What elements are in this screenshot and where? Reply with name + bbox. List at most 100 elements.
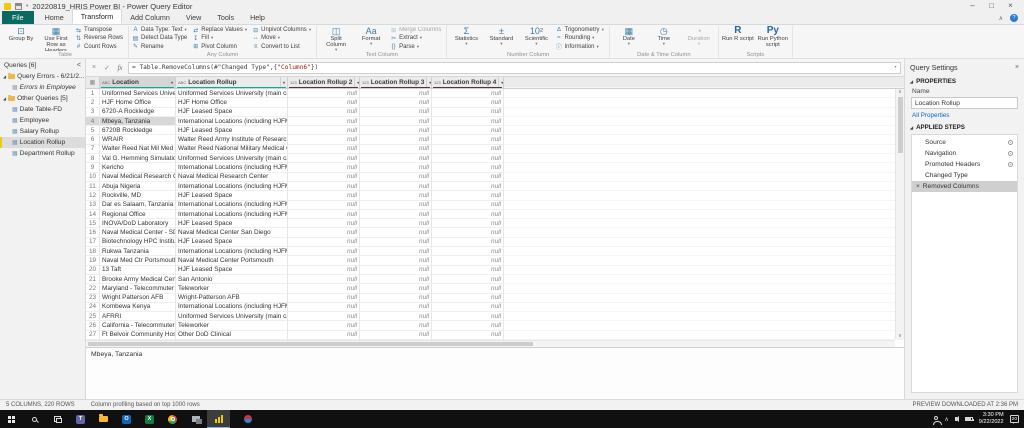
statistics-button[interactable]: Σ Statistics ▾ [450, 26, 482, 51]
row-number[interactable]: 12 [86, 191, 100, 201]
unpivot-columns-button[interactable]: ⊟ Unpivot Columns ▾ [252, 26, 313, 34]
cell-null[interactable]: null [288, 312, 360, 322]
minimize-button[interactable]: – [963, 0, 982, 12]
tab-file[interactable]: File [2, 11, 34, 24]
reverse-rows-button[interactable]: ⇅ Reverse Rows [75, 34, 125, 42]
tab-transform[interactable]: Transform [71, 9, 123, 24]
query-settings-close-icon[interactable]: × [1015, 64, 1019, 71]
queries-collapse-icon[interactable]: < [77, 62, 81, 69]
cell-location-rollup[interactable]: HJF Leased Space [176, 191, 288, 201]
cell-location-rollup[interactable]: International Locations (including HJFMR… [176, 163, 288, 173]
cell-location-rollup[interactable]: International Locations (including HJFMR… [176, 209, 288, 220]
query-item-salary-rollup[interactable]: ▦ Salary Rollup [0, 126, 85, 137]
count-rows-button[interactable]: # Count Rows [75, 43, 125, 51]
cell-location-rollup[interactable]: HJF Leased Space [176, 107, 288, 117]
cell-null[interactable]: null [360, 312, 432, 322]
convert-to-list-button[interactable]: ≡ Convert to List [252, 43, 313, 51]
cell-location-rollup[interactable]: HJF Leased Space [176, 126, 288, 136]
cell-location[interactable]: Wright Patterson AFB [100, 293, 176, 303]
row-number[interactable]: 21 [86, 274, 100, 285]
teams-icon[interactable]: T [69, 410, 92, 428]
cell-location-rollup[interactable]: Wright-Patterson AFB [176, 293, 288, 303]
row-number[interactable]: 18 [86, 247, 100, 257]
information-button[interactable]: ⓘ Information ▾ [555, 43, 605, 52]
row-number[interactable]: 25 [86, 312, 100, 322]
cell-null[interactable]: null [288, 228, 360, 238]
cell-null[interactable]: null [432, 321, 504, 331]
cell-location[interactable]: 13 Taft [100, 265, 176, 275]
cell-null[interactable]: null [432, 191, 504, 201]
row-number[interactable]: 14 [86, 209, 100, 220]
cell-null[interactable]: null [432, 163, 504, 173]
close-button[interactable]: × [1001, 0, 1020, 12]
cell-null[interactable]: null [360, 126, 432, 136]
cell-location[interactable]: Naval Medical Research Center [100, 172, 176, 182]
row-number[interactable]: 27 [86, 330, 100, 341]
search-icon[interactable] [23, 410, 46, 428]
cell-null[interactable]: null [360, 172, 432, 182]
cell-location-rollup[interactable]: International Locations (including HJFMR… [176, 116, 288, 127]
applied-step-promoted-headers[interactable]: Promoted Headers [912, 159, 1017, 170]
cell-null[interactable]: null [288, 302, 360, 313]
cell-null[interactable]: null [360, 163, 432, 173]
cell-location[interactable]: INOVA/DoD Laboratory [100, 219, 176, 229]
cell-null[interactable]: null [360, 330, 432, 341]
cell-null[interactable]: null [288, 256, 360, 266]
format-button[interactable]: Aa Format ▾ [355, 26, 387, 51]
cell-null[interactable]: null [432, 154, 504, 164]
applied-step-navigation[interactable]: Navigation [912, 148, 1017, 159]
help-icon[interactable]: ? [1010, 14, 1018, 22]
query-name-input[interactable]: Location Rollup [911, 97, 1018, 109]
query-item-other-queries-5[interactable]: ◢ Other Queries [5] [0, 93, 85, 104]
query-item-errors-in-employee[interactable]: ▦ Errors in Employee [0, 82, 85, 93]
cell-null[interactable]: null [432, 209, 504, 220]
cell-null[interactable]: null [360, 154, 432, 164]
cell-null[interactable]: null [360, 302, 432, 313]
cell-null[interactable]: null [288, 321, 360, 331]
cell-location[interactable]: HJF Home Office [100, 98, 176, 108]
cell-location-rollup[interactable]: Naval Medical Center Portsmouth [176, 256, 288, 266]
column-header-location-rollup-2[interactable]: 123 Location Rollup 2 ▾ [288, 77, 360, 88]
applied-step-source[interactable]: Source [912, 137, 1017, 148]
power-bi-icon[interactable] [207, 410, 230, 428]
cell-location-rollup[interactable]: Walter Reed National Military Medical Ce… [176, 144, 288, 155]
tab-home[interactable]: Home [37, 11, 72, 24]
detect-data-type-button[interactable]: ▤ Detect Data Type [132, 34, 189, 42]
cell-null[interactable]: null [432, 116, 504, 127]
row-number[interactable]: 15 [86, 219, 100, 229]
date-button[interactable]: ▦ Date ▾ [613, 26, 645, 51]
cell-location-rollup[interactable]: Teleworker [176, 321, 288, 331]
cell-null[interactable]: null [288, 89, 360, 99]
cell-location[interactable]: Ft Belvoir Community Hospital [100, 330, 176, 341]
cell-location-rollup[interactable]: HJF Leased Space [176, 237, 288, 248]
formula-check-icon[interactable]: ✓ [102, 64, 112, 72]
cell-null[interactable]: null [288, 154, 360, 164]
cell-null[interactable]: null [432, 219, 504, 229]
cell-null[interactable]: null [288, 98, 360, 108]
rename-button[interactable]: ✎ Rename [132, 43, 189, 51]
cell-null[interactable]: null [288, 135, 360, 145]
cell-location-rollup[interactable]: Uniformed Services University (main camp… [176, 89, 288, 99]
cell-location-rollup[interactable]: International Locations (including HJFMR… [176, 181, 288, 192]
cell-null[interactable]: null [360, 237, 432, 248]
query-item-date-table-fd[interactable]: ▦ Date Table-FD [0, 104, 85, 115]
cell-null[interactable]: null [288, 191, 360, 201]
properties-expand-icon[interactable]: ◢ [910, 79, 913, 84]
cell-null[interactable]: null [360, 256, 432, 266]
people-icon[interactable] [933, 415, 943, 425]
trigonometry-button[interactable]: ∆ Trigonometry ▾ [555, 26, 605, 34]
notification-icon[interactable]: 20 [1009, 415, 1019, 424]
row-number[interactable]: 23 [86, 293, 100, 303]
row-number[interactable]: 10 [86, 172, 100, 182]
cell-null[interactable]: null [432, 144, 504, 155]
cell-null[interactable]: null [288, 274, 360, 285]
cell-null[interactable]: null [360, 135, 432, 145]
cell-null[interactable]: null [288, 116, 360, 127]
formula-expand-icon[interactable]: ▾ [890, 65, 897, 70]
time-button[interactable]: ◷ Time ▾ [648, 26, 680, 51]
expand-arrow-icon[interactable]: ◢ [3, 96, 6, 101]
cell-location-rollup[interactable]: Uniformed Services University (main camp… [176, 154, 288, 164]
tray-expand-icon[interactable]: ∧ [944, 416, 948, 423]
cell-null[interactable]: null [432, 200, 504, 210]
cell-location[interactable]: Kombewa Kenya [100, 302, 176, 313]
